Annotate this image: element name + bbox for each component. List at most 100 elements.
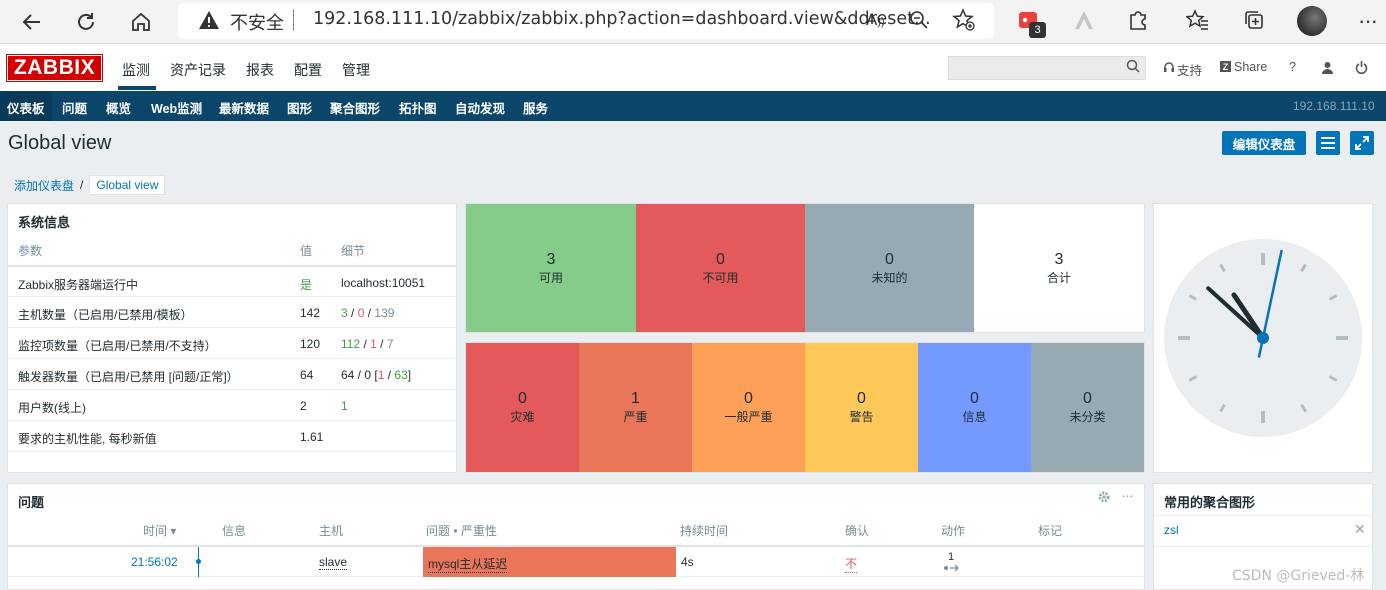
acknowledge-link[interactable]: 不 [845, 555, 858, 573]
remove-favorite-icon[interactable]: ✕ [1354, 521, 1366, 538]
warning-icon[interactable] [198, 10, 220, 33]
favorite-screen-link[interactable]: zsl [1164, 523, 1179, 537]
host-total-tile[interactable]: 3 合计 [974, 204, 1144, 332]
menu-active-indicator [118, 86, 156, 90]
tile-label: 信息 [962, 410, 987, 424]
column-header-value: 值 [300, 244, 313, 258]
menu-configuration[interactable]: 配置 [294, 60, 322, 80]
param-cell: 用户数(线上) [18, 401, 86, 415]
column-header-detail: 细节 [341, 244, 366, 258]
analog-clock [1164, 239, 1362, 437]
severity-disaster-tile[interactable]: 0 灾难 [466, 343, 579, 472]
subnav-web[interactable]: Web监测 [151, 98, 202, 117]
value-cell: 1.61 [300, 430, 324, 444]
column-header-problem: 问题 • 严重性 [426, 524, 497, 538]
severity-high-tile[interactable]: 1 严重 [579, 343, 692, 472]
subnav-maps[interactable]: 拓扑图 [399, 98, 437, 117]
subnav-latest-data[interactable]: 最新数据 [219, 98, 269, 117]
menu-administration[interactable]: 管理 [342, 60, 370, 80]
security-warning-text[interactable]: 不安全 [230, 9, 284, 35]
table-row: 21:56:02 slave mysql主从延迟 4s 不 1 [8, 547, 1144, 577]
table-row: 触发器数量（已启用/已禁用 [问题/正常]） 64 64 / 0 [1 / 63… [8, 358, 456, 389]
home-icon[interactable] [123, 4, 159, 40]
watermark: CSDN @Grieved-林 [1232, 568, 1365, 584]
sub-navigation [0, 91, 1386, 121]
widget-title: 常用的聚合图形 [1164, 495, 1256, 510]
column-header-ack: 确认 [845, 524, 870, 538]
back-icon[interactable] [14, 4, 50, 40]
subnav-problems[interactable]: 问题 [62, 98, 87, 117]
menu-inventory[interactable]: 资产记录 [170, 60, 226, 80]
tile-label: 未知的 [871, 270, 908, 285]
breadcrumb-add-dashboard[interactable]: 添加仪表盘 [8, 177, 80, 194]
tile-label: 可用 [538, 270, 563, 285]
gear-icon[interactable] [1097, 490, 1111, 507]
zoom-icon[interactable] [908, 9, 930, 34]
reload-icon[interactable] [68, 4, 104, 40]
problem-name-link[interactable]: mysql主从延迟 [428, 555, 508, 573]
page-title: Global view [8, 132, 112, 154]
severity-information-tile[interactable]: 0 信息 [918, 343, 1031, 472]
subnav-services[interactable]: 服务 [523, 98, 548, 117]
problem-time-link[interactable]: 21:56:02 [131, 555, 178, 569]
widget-menu-icon[interactable]: ··· [1121, 487, 1134, 504]
param-cell: Zabbix服务器端运行中 [18, 278, 139, 292]
more-icon[interactable]: ··· [1358, 8, 1378, 34]
value-cell: 120 [300, 337, 321, 351]
severity-average-tile[interactable]: 0 一般严重 [692, 343, 805, 472]
add-favorite-icon[interactable] [952, 8, 976, 35]
help-link[interactable]: ? [1289, 60, 1296, 74]
search-icon[interactable] [1126, 59, 1140, 76]
fullscreen-icon[interactable] [1350, 131, 1374, 155]
divider [1154, 546, 1372, 547]
severity-not-classified-tile[interactable]: 0 未分类 [1031, 343, 1144, 472]
dashboard-actions-menu-icon[interactable] [1316, 131, 1340, 155]
headset-icon [1163, 61, 1175, 76]
host-available-tile[interactable]: 3 可用 [466, 204, 636, 332]
detail-cell: 1 [341, 399, 348, 413]
value-cell: 142 [300, 306, 321, 320]
actions-icon[interactable] [943, 562, 961, 576]
tile-label: 严重 [623, 410, 648, 424]
edit-dashboard-button[interactable]: 编辑仪表盘 [1222, 131, 1306, 155]
profile-avatar[interactable] [1297, 6, 1327, 36]
tile-count: 0 [857, 390, 866, 407]
collections-icon[interactable] [1243, 9, 1265, 34]
value-cell: 是 [300, 278, 313, 292]
subnav-graphs[interactable]: 图形 [287, 98, 312, 117]
table-row: 用户数(线上) 2 1 [8, 389, 456, 420]
favorites-icon[interactable] [1185, 8, 1210, 35]
tile-count: 0 [970, 390, 979, 407]
search-input[interactable] [948, 56, 1146, 80]
read-aloud-icon[interactable]: A)) [866, 10, 885, 30]
host-unavailable-tile[interactable]: 0 不可用 [636, 204, 805, 332]
table-row: 监控项数量（已启用/已禁用/不支持） 120 112 / 1 / 7 [8, 327, 456, 358]
value-cell: 64 [300, 368, 314, 382]
support-link[interactable]: 支持 [1177, 60, 1202, 79]
share-link[interactable]: Share [1234, 60, 1267, 74]
clock-widget [1153, 203, 1373, 473]
extension-gray-icon[interactable] [1073, 9, 1095, 34]
param-cell: 监控项数量（已启用/已禁用/不支持） [18, 339, 217, 353]
column-header-param: 参数 [18, 244, 43, 258]
problem-host-link[interactable]: slave [319, 555, 348, 570]
column-header-time[interactable]: 时间 ▾ [143, 522, 176, 539]
breadcrumb-current[interactable]: Global view [89, 175, 166, 195]
subnav-screens[interactable]: 聚合图形 [330, 98, 380, 117]
zabbix-logo[interactable]: ZABBIX [6, 54, 103, 82]
severity-warning-tile[interactable]: 0 警告 [805, 343, 918, 472]
user-profile-icon[interactable] [1321, 61, 1334, 77]
menu-monitoring[interactable]: 监测 [122, 60, 150, 80]
tile-count: 0 [744, 390, 753, 407]
sign-out-icon[interactable] [1355, 61, 1368, 77]
tile-label: 未分类 [1069, 410, 1106, 424]
url-text[interactable]: 192.168.111.10/zabbix/zabbix.php?action=… [313, 9, 931, 29]
subnav-overview[interactable]: 概览 [106, 98, 131, 117]
widget-title: 问题 [18, 495, 45, 510]
subnav-discovery[interactable]: 自动发现 [455, 98, 505, 117]
extensions-puzzle-icon[interactable] [1127, 9, 1149, 34]
tile-label: 合计 [1046, 270, 1071, 285]
menu-reports[interactable]: 报表 [246, 60, 274, 80]
subnav-dashboard[interactable]: 仪表板 [7, 98, 45, 117]
host-unknown-tile[interactable]: 0 未知的 [805, 204, 974, 332]
